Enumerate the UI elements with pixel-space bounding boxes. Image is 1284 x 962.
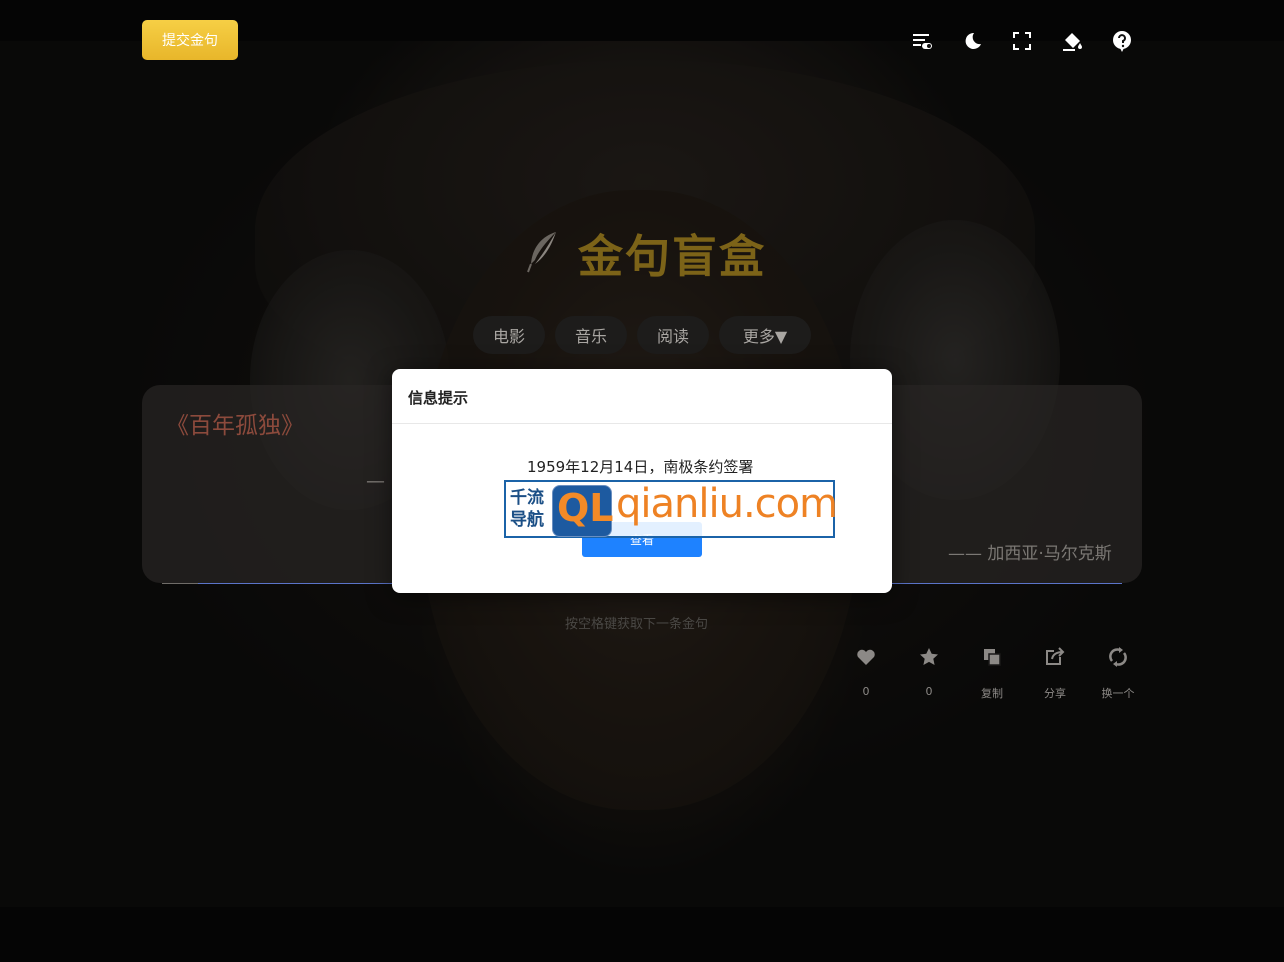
share-label: 分享 xyxy=(1044,687,1066,700)
quote-text-start: — xyxy=(366,470,385,492)
copy-label: 复制 xyxy=(981,687,1003,700)
keyboard-hint: 按空格键获取下一条金句 xyxy=(565,617,709,632)
tab-more[interactable]: 更多▼ xyxy=(719,316,811,354)
refresh-icon xyxy=(1088,647,1148,667)
tab-movie[interactable]: 电影 xyxy=(473,316,545,354)
paint-bucket-icon[interactable] xyxy=(1061,30,1083,52)
tab-music[interactable]: 音乐 xyxy=(555,316,627,354)
favorite-button[interactable]: 0 xyxy=(899,647,959,699)
bottom-bar xyxy=(0,907,1284,962)
copy-icon xyxy=(962,647,1022,667)
favorite-count: 0 xyxy=(925,685,933,698)
like-count: 0 xyxy=(862,685,870,698)
heart-icon xyxy=(836,647,896,667)
moon-icon[interactable] xyxy=(961,30,983,52)
share-icon xyxy=(1025,647,1085,667)
refresh-button[interactable]: 换一个 xyxy=(1088,647,1148,700)
list-toggle-icon[interactable] xyxy=(911,30,933,52)
refresh-label: 换一个 xyxy=(1101,687,1135,700)
dialog-message: 1959年12月14日，南极条约签署 xyxy=(527,458,754,476)
page-title: 金句盲盒 xyxy=(578,229,767,283)
watermark-chinese: 千流导航 xyxy=(510,488,544,530)
watermark-letters: QL xyxy=(557,486,614,530)
quote-author: —— 加西亚·马尔克斯 xyxy=(948,544,1112,564)
dialog-divider xyxy=(392,423,892,424)
help-icon[interactable] xyxy=(1111,30,1133,52)
watermark-url: qianliu.com xyxy=(616,481,838,527)
share-button[interactable]: 分享 xyxy=(1025,647,1085,700)
copy-button[interactable]: 复制 xyxy=(962,647,1022,700)
brand: 金句盲盒 xyxy=(526,222,767,283)
feather-icon xyxy=(526,230,560,274)
watermark-ql-badge: QL xyxy=(552,485,614,537)
dialog-title: 信息提示 xyxy=(408,389,469,407)
tab-reading[interactable]: 阅读 xyxy=(637,316,709,354)
watermark-logo: 千流导航 QL qianliu.com xyxy=(504,480,838,538)
submit-quote-button[interactable]: 提交金句 xyxy=(142,20,238,60)
fullscreen-icon[interactable] xyxy=(1011,30,1033,52)
star-icon xyxy=(899,647,959,667)
like-button[interactable]: 0 xyxy=(836,647,896,699)
book-title: 《百年孤独》 xyxy=(166,413,304,439)
